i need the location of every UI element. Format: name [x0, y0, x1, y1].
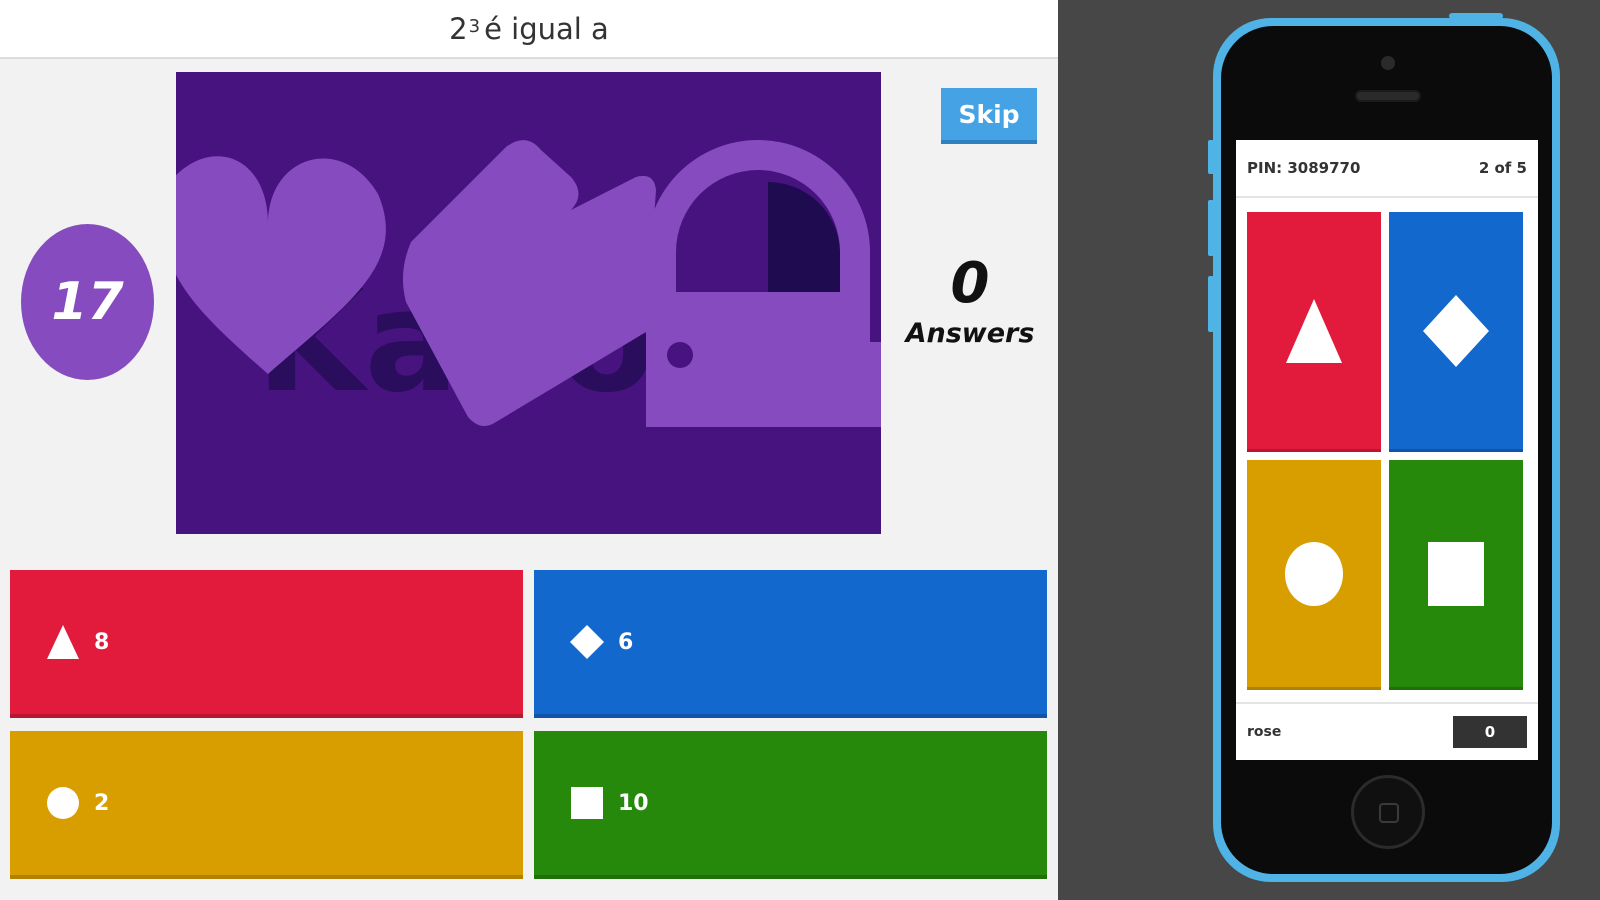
circle-icon	[46, 786, 80, 820]
answers-count: 0	[950, 251, 990, 316]
square-icon	[570, 786, 604, 820]
game-host-screen: 23é igual a 17 Kahoot Skip 0 Answers 8	[0, 0, 1058, 900]
phone-header: PIN: 3089770 2 of 5	[1236, 140, 1538, 198]
phone-screen: PIN: 3089770 2 of 5 rose 0	[1236, 140, 1538, 760]
game-pin: PIN: 3089770	[1247, 159, 1361, 177]
question-text: é igual a	[484, 11, 609, 46]
home-square-icon	[1379, 803, 1399, 823]
answer-option-green[interactable]: 10	[534, 731, 1047, 879]
question-exponent: 3	[468, 16, 481, 37]
diamond-icon	[1423, 294, 1489, 367]
square-icon	[1428, 541, 1484, 606]
question-progress: 2 of 5	[1478, 159, 1527, 177]
answer-text: 6	[618, 629, 634, 655]
diamond-icon	[570, 625, 604, 659]
phone-answer-blue[interactable]	[1389, 212, 1523, 452]
answers-label: Answers	[905, 318, 1035, 349]
answer-text: 8	[94, 629, 110, 655]
phone-footer: rose 0	[1236, 702, 1538, 760]
phone-answer-green[interactable]	[1389, 460, 1523, 690]
answers-counter: 0 Answers	[900, 251, 1040, 350]
question-title: 23é igual a	[0, 0, 1058, 59]
countdown-timer: 17	[21, 224, 154, 380]
question-base: 2	[449, 11, 468, 46]
triangle-icon	[1286, 298, 1342, 363]
answer-text: 2	[94, 790, 110, 816]
answer-option-blue[interactable]: 6	[534, 570, 1047, 718]
phone-camera	[1381, 56, 1395, 70]
triangle-icon	[46, 625, 80, 659]
circle-icon	[1285, 541, 1343, 606]
kahoot-logo-shapes: Kahoot	[176, 140, 881, 427]
answer-text: 10	[618, 790, 649, 816]
player-score: 0	[1453, 716, 1527, 748]
phone-home-button	[1351, 775, 1425, 849]
question-media-placeholder: Kahoot	[176, 72, 881, 534]
answer-option-red[interactable]: 8	[10, 570, 523, 718]
timer-value: 17	[51, 272, 124, 332]
phone-speaker	[1355, 90, 1421, 102]
player-name: rose	[1247, 724, 1282, 740]
phone-answer-yellow[interactable]	[1247, 460, 1381, 690]
phone-answer-red[interactable]	[1247, 212, 1381, 452]
skip-button[interactable]: Skip	[941, 88, 1037, 144]
answer-option-yellow[interactable]: 2	[10, 731, 523, 879]
